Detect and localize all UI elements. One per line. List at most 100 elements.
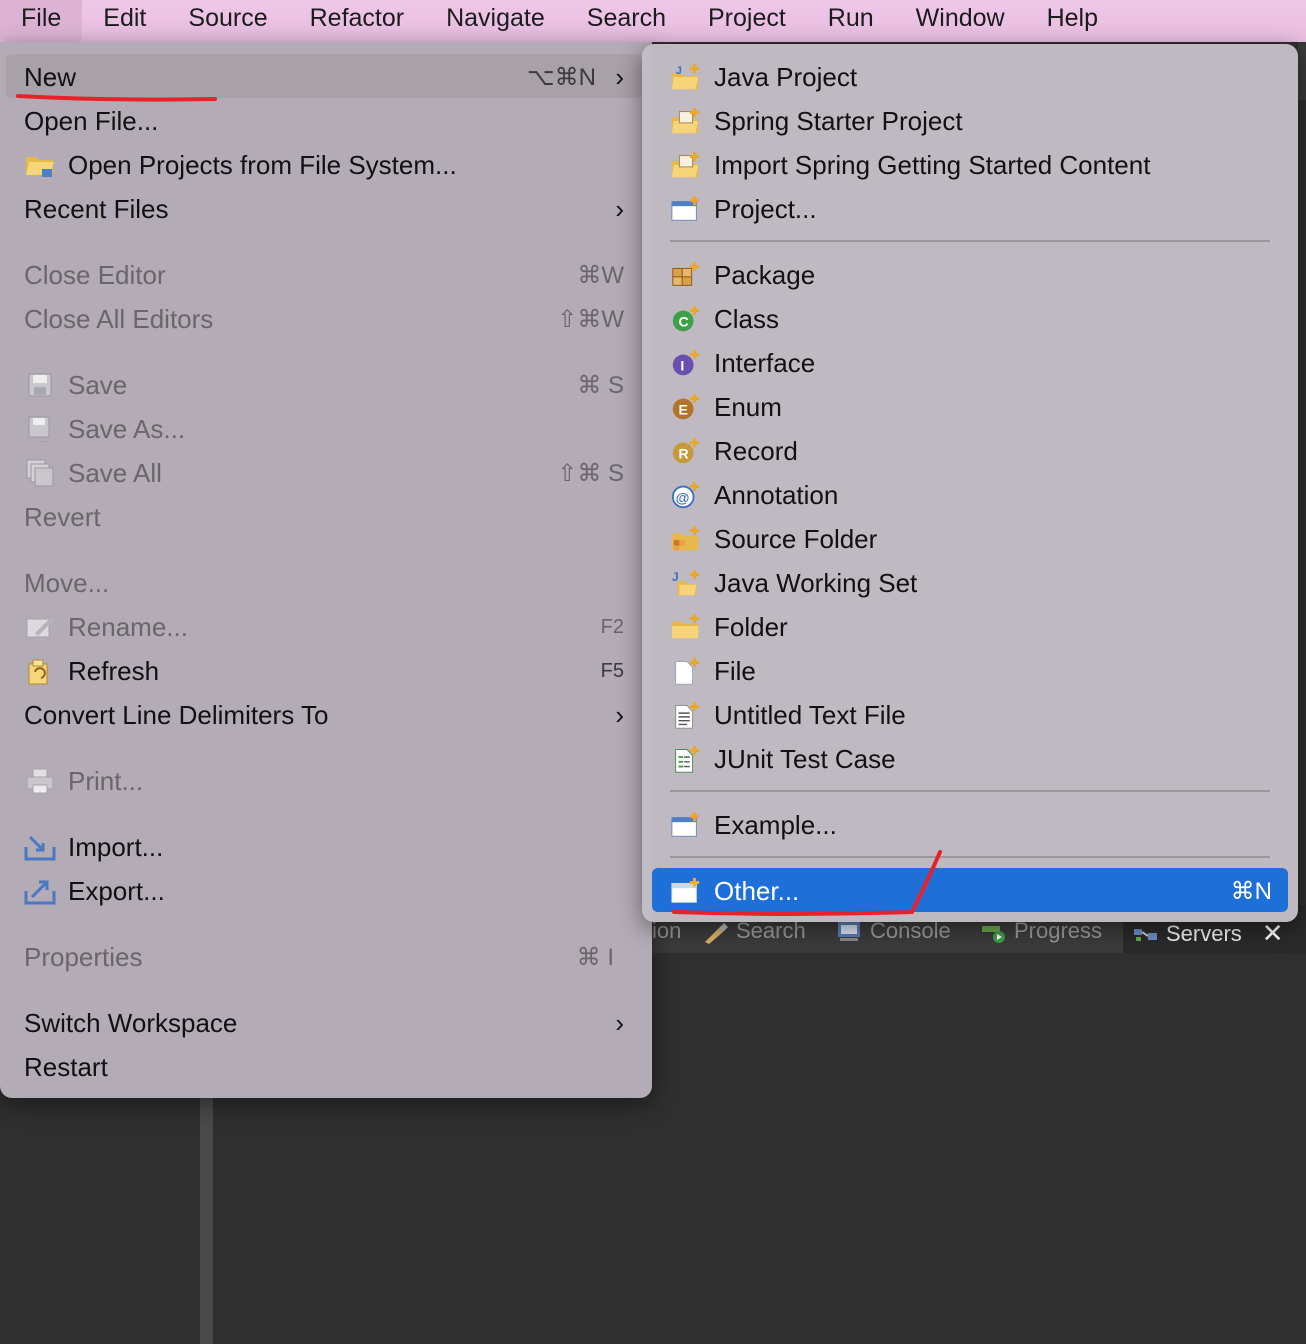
working-set-icon: J bbox=[670, 567, 702, 599]
submenu-item-import-spring[interactable]: Import Spring Getting Started Content bbox=[670, 143, 1270, 187]
menu-file[interactable]: File bbox=[0, 0, 83, 42]
menu-item-rename[interactable]: Rename... F2 bbox=[24, 605, 624, 649]
package-label: Package bbox=[714, 259, 816, 290]
submenu-item-junit[interactable]: JUnit Test Case bbox=[670, 737, 1270, 781]
refresh-shortcut: F5 bbox=[600, 659, 624, 682]
submenu-item-file[interactable]: File bbox=[670, 649, 1270, 693]
spring-starter-label: Spring Starter Project bbox=[714, 105, 963, 136]
record-label: Record bbox=[714, 435, 798, 466]
submenu-item-annotation[interactable]: @ Annotation bbox=[670, 473, 1270, 517]
menu-refactor[interactable]: Refactor bbox=[289, 0, 425, 42]
menu-item-import[interactable]: Import... bbox=[24, 825, 624, 869]
folder-open-icon bbox=[24, 149, 56, 181]
restart-label: Restart bbox=[24, 1051, 108, 1082]
enum-label: Enum bbox=[714, 391, 782, 422]
record-icon: R bbox=[670, 435, 702, 467]
submenu-item-package[interactable]: Package bbox=[670, 253, 1270, 297]
submenu-item-enum[interactable]: E Enum bbox=[670, 385, 1270, 429]
submenu-item-project[interactable]: Project... bbox=[670, 187, 1270, 231]
menu-item-refresh[interactable]: Refresh F5 bbox=[24, 649, 624, 693]
menu-source[interactable]: Source bbox=[167, 0, 288, 42]
java-project-icon: J bbox=[670, 61, 702, 93]
menu-item-open-file[interactable]: Open File... bbox=[24, 99, 624, 143]
folder-icon bbox=[670, 611, 702, 643]
menu-item-close-editor[interactable]: Close Editor ⌘W bbox=[24, 253, 624, 297]
folder-label: Folder bbox=[714, 611, 788, 642]
submenu-item-java-project[interactable]: J Java Project bbox=[670, 55, 1270, 99]
save-as-icon: ... bbox=[24, 413, 56, 445]
save-all-icon bbox=[24, 457, 56, 489]
save-as-label: Save As... bbox=[68, 413, 186, 444]
close-icon[interactable]: ✕ bbox=[1262, 918, 1284, 949]
java-project-label: Java Project bbox=[714, 61, 858, 92]
submenu-item-example[interactable]: Example... bbox=[670, 803, 1270, 847]
menu-item-new[interactable]: New ⌥⌘N › bbox=[24, 55, 624, 99]
ide-pane-divider[interactable] bbox=[200, 1098, 213, 1344]
refresh-icon bbox=[24, 655, 56, 687]
submenu-item-source-folder[interactable]: Source Folder bbox=[670, 517, 1270, 561]
close-all-label: Close All Editors bbox=[24, 303, 214, 334]
menu-window[interactable]: Window bbox=[895, 0, 1026, 42]
menu-item-properties[interactable]: Properties ⌘ I bbox=[24, 935, 624, 979]
submenu-item-interface[interactable]: I Interface bbox=[670, 341, 1270, 385]
close-all-shortcut: ⇧⌘W bbox=[557, 305, 624, 333]
class-label: Class bbox=[714, 303, 780, 334]
menu-project[interactable]: Project bbox=[687, 0, 807, 42]
menu-run[interactable]: Run bbox=[807, 0, 895, 42]
convert-label: Convert Line Delimiters To bbox=[24, 699, 329, 730]
export-label: Export... bbox=[68, 875, 165, 906]
java-working-set-label: Java Working Set bbox=[714, 567, 918, 598]
menu-item-save-as[interactable]: ... Save As... bbox=[24, 407, 624, 451]
menu-item-restart[interactable]: Restart bbox=[24, 1045, 624, 1089]
menu-edit[interactable]: Edit bbox=[82, 0, 167, 42]
save-label: Save bbox=[68, 369, 128, 400]
other-label: Other... bbox=[714, 875, 800, 906]
menu-item-save[interactable]: Save ⌘ S bbox=[24, 363, 624, 407]
progress-icon bbox=[980, 920, 1006, 943]
chevron-right-icon: › bbox=[615, 1007, 624, 1038]
submenu-item-folder[interactable]: Folder bbox=[670, 605, 1270, 649]
menu-item-print[interactable]: Print... bbox=[24, 759, 624, 803]
menu-item-revert[interactable]: Revert bbox=[24, 495, 624, 539]
menu-separator bbox=[670, 790, 1270, 792]
menu-item-close-all[interactable]: Close All Editors ⇧⌘W bbox=[24, 297, 624, 341]
menu-help[interactable]: Help bbox=[1026, 0, 1119, 42]
submenu-item-java-working-set[interactable]: J Java Working Set bbox=[670, 561, 1270, 605]
close-editor-shortcut: ⌘W bbox=[577, 261, 624, 289]
menu-item-recent-files[interactable]: Recent Files › bbox=[24, 187, 624, 231]
menu-item-save-all[interactable]: Save All ⇧⌘ S bbox=[24, 451, 624, 495]
ide-editor-edge bbox=[1298, 42, 1306, 100]
spring-import-icon bbox=[670, 149, 702, 181]
submenu-item-untitled-text[interactable]: Untitled Text File bbox=[670, 693, 1270, 737]
menu-separator bbox=[670, 240, 1270, 242]
printer-icon bbox=[24, 765, 56, 797]
class-icon: C bbox=[670, 303, 702, 335]
new-shortcut: ⌥⌘N bbox=[527, 63, 596, 91]
interface-label: Interface bbox=[714, 347, 816, 378]
search-icon bbox=[702, 920, 728, 944]
rename-shortcut: F2 bbox=[600, 615, 624, 638]
open-file-label: Open File... bbox=[24, 105, 159, 136]
tab-servers[interactable]: Servers ✕ bbox=[1132, 918, 1284, 949]
menu-navigate[interactable]: Navigate bbox=[425, 0, 566, 42]
new-label: New bbox=[24, 61, 77, 92]
submenu-item-class[interactable]: C Class bbox=[670, 297, 1270, 341]
submenu-item-spring-starter[interactable]: Spring Starter Project bbox=[670, 99, 1270, 143]
menu-item-export[interactable]: Export... bbox=[24, 869, 624, 913]
submenu-item-record[interactable]: R Record bbox=[670, 429, 1270, 473]
svg-text:...: ... bbox=[40, 435, 47, 443]
menu-search[interactable]: Search bbox=[566, 0, 687, 42]
tab-servers-label: Servers bbox=[1166, 920, 1242, 946]
menu-item-switch-workspace[interactable]: Switch Workspace › bbox=[24, 1001, 624, 1045]
menu-item-convert-delimiters[interactable]: Convert Line Delimiters To › bbox=[24, 693, 624, 737]
rename-icon bbox=[24, 611, 56, 643]
console-icon bbox=[836, 920, 862, 942]
save-icon bbox=[24, 369, 56, 401]
spring-project-icon bbox=[670, 105, 702, 137]
menu-item-open-projects[interactable]: Open Projects from File System... bbox=[24, 143, 624, 187]
open-projects-label: Open Projects from File System... bbox=[68, 149, 457, 180]
export-icon bbox=[24, 875, 56, 907]
import-label: Import... bbox=[68, 831, 164, 862]
menu-item-move[interactable]: Move... bbox=[24, 561, 624, 605]
submenu-item-other[interactable]: Other... ⌘N bbox=[670, 869, 1272, 913]
